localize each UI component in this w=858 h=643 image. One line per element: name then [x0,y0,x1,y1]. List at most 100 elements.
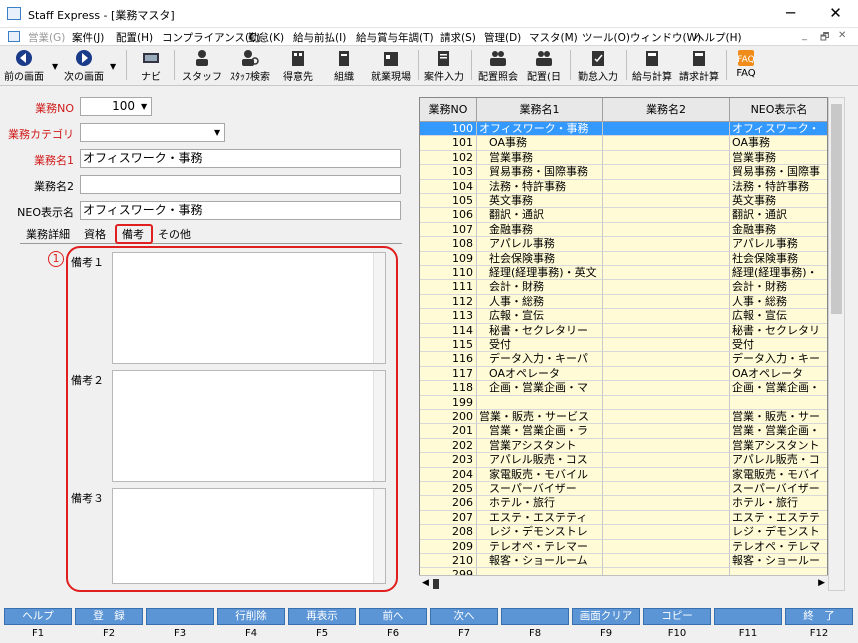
menu-window[interactable]: ウィンドウ(W) [630,30,701,45]
table-cell[interactable] [603,194,730,209]
table-cell[interactable]: データ入力・キーパ [477,352,603,367]
fkey-button-f2[interactable]: 登 録 [75,608,143,625]
table-row[interactable]: 111 会計・財務 会計・財務 [420,280,827,295]
table-cell[interactable]: 社会保険事務 [730,251,827,266]
table-cell[interactable] [603,165,730,180]
biko2-textarea[interactable] [112,370,386,482]
table-cell[interactable] [603,424,730,439]
fkey-button-f8[interactable] [501,608,569,625]
table-cell[interactable]: 人事・総務 [730,294,827,310]
table-cell[interactable]: 117 [420,366,477,382]
forward-button[interactable]: 次の画面 [62,47,106,84]
table-cell[interactable]: 翻訳・通訳 [477,208,603,223]
close-button[interactable]: ✕ [813,0,858,28]
fkey-button-f12[interactable]: 終 了 [785,608,853,625]
table-cell[interactable] [603,179,730,194]
table-cell[interactable]: エステ・エステテ [730,510,827,526]
table-cell[interactable]: 206 [420,496,477,511]
fkey-button-f5[interactable]: 再表示 [288,608,356,625]
table-row[interactable]: 209 テレオペ・テレマー テレオペ・テレマ [420,539,827,554]
table-cell[interactable]: 100 [420,122,477,137]
table-row[interactable]: 101 OA事務 OA事務 [420,136,827,151]
table-cell[interactable]: 107 [420,222,477,238]
fkey-button-f6[interactable]: 前へ [359,608,427,625]
table-cell[interactable] [603,122,730,137]
tab-sonota[interactable]: その他 [158,226,191,242]
table-cell[interactable]: エステ・エステティ [477,510,603,526]
table-cell[interactable]: 営業事務 [730,150,827,166]
navi-button[interactable]: ナビ [134,47,168,84]
table-cell[interactable]: 108 [420,237,477,252]
arrow-left-icon[interactable]: ◀ [422,578,429,588]
table-cell[interactable]: 貿易事務・国際事務 [477,165,603,180]
table-cell[interactable]: 受付 [477,338,603,353]
table-cell[interactable]: 営業・販売・サー [730,410,827,425]
fkey-button-f10[interactable]: コピー [643,608,711,625]
table-cell[interactable] [603,453,730,468]
fkey-button-f9[interactable]: 画面クリア [572,608,640,625]
table-cell[interactable]: OA事務 [477,136,603,151]
menu-help[interactable]: ヘルプ(H) [694,30,742,45]
menu-master[interactable]: マスタ(M) [529,30,578,45]
table-row[interactable]: 103 貿易事務・国際事務 貿易事務・国際事 [420,165,827,180]
table-cell[interactable]: 広報・宣伝 [477,309,603,324]
table-cell[interactable]: レジ・デモンストレ [477,525,603,540]
name2-field[interactable] [80,175,401,194]
table-cell[interactable]: オフィスワーク・事務 [477,122,603,137]
table-cell[interactable]: 116 [420,352,477,367]
tokuisaki-button[interactable]: 得意先 [278,47,318,84]
table-cell[interactable]: 翻訳・通訳 [730,208,827,223]
table-cell[interactable]: 報客・ショールー [730,554,827,569]
table-cell[interactable] [603,410,730,425]
table-cell[interactable]: 204 [420,467,477,482]
table-cell[interactable] [603,309,730,324]
mdi-minimize-button[interactable]: _ [802,30,807,41]
table-cell[interactable] [603,482,730,497]
table-row[interactable]: 112 人事・総務 人事・総務 [420,294,827,310]
menu-tool[interactable]: ツール(O) [582,30,630,45]
biko3-textarea[interactable] [112,488,386,584]
table-row[interactable]: 205 スーパーバイザー スーパーバイザー [420,482,827,497]
back-button[interactable]: 前の画面 [2,47,46,84]
table-cell[interactable] [603,294,730,310]
table-cell[interactable]: 英文事務 [730,194,827,209]
fkey-button-f11[interactable] [714,608,782,625]
table-cell[interactable]: 200 [420,410,477,425]
table-cell[interactable]: 家電販売・モバイ [730,467,827,482]
menu-kanri[interactable]: 管理(D) [484,30,521,45]
table-cell[interactable]: 106 [420,208,477,223]
table-cell[interactable]: 101 [420,136,477,151]
table-cell[interactable]: 広報・宣伝 [730,309,827,324]
table-cell[interactable]: 秘書・セクレタリー [477,323,603,338]
table-row[interactable]: 102 営業事務 営業事務 [420,150,827,166]
table-row[interactable]: 115 受付 受付 [420,338,827,353]
table-cell[interactable]: 202 [420,438,477,454]
soshiki-button[interactable]: 組織 [324,47,364,84]
table-row[interactable]: 206 ホテル・旅行 ホテル・旅行 [420,496,827,511]
table-cell[interactable]: 104 [420,179,477,194]
gyomu-list-grid[interactable]: 業務NO 業務名1 業務名2 NEO表示名 100 オフィスワーク・事務 オフィスワ… [419,97,828,591]
arrow-right-icon[interactable]: ▶ [818,578,825,588]
table-cell[interactable]: 営業・営業企画・ [730,424,827,439]
table-cell[interactable]: 210 [420,554,477,569]
table-cell[interactable] [603,352,730,367]
table-cell[interactable]: 企画・営業企画・マ [477,381,603,396]
table-cell[interactable]: 103 [420,165,477,180]
scrollbar[interactable] [373,371,385,481]
table-cell[interactable] [730,395,827,410]
table-row[interactable]: 199 [420,395,827,410]
seikyu-keisan-button[interactable]: 請求計算 [676,47,722,84]
table-cell[interactable]: 金融事務 [730,222,827,238]
table-cell[interactable] [603,280,730,295]
table-cell[interactable]: レジ・デモンスト [730,525,827,540]
table-cell[interactable] [603,467,730,482]
table-cell[interactable]: テレオペ・テレマー [477,539,603,554]
table-cell[interactable]: スーパーバイザー [477,482,603,497]
column-header[interactable]: 業務名1 [477,98,603,122]
scrollbar-thumb[interactable] [831,104,842,314]
table-row[interactable]: 113 広報・宣伝 広報・宣伝 [420,309,827,324]
tab-gyomu-shosai[interactable]: 業務詳細 [26,226,70,242]
table-cell[interactable]: 113 [420,309,477,324]
mdi-restore-button[interactable]: 🗗 [820,30,829,47]
haichi-hi-button[interactable]: 配置(日 [524,47,564,84]
